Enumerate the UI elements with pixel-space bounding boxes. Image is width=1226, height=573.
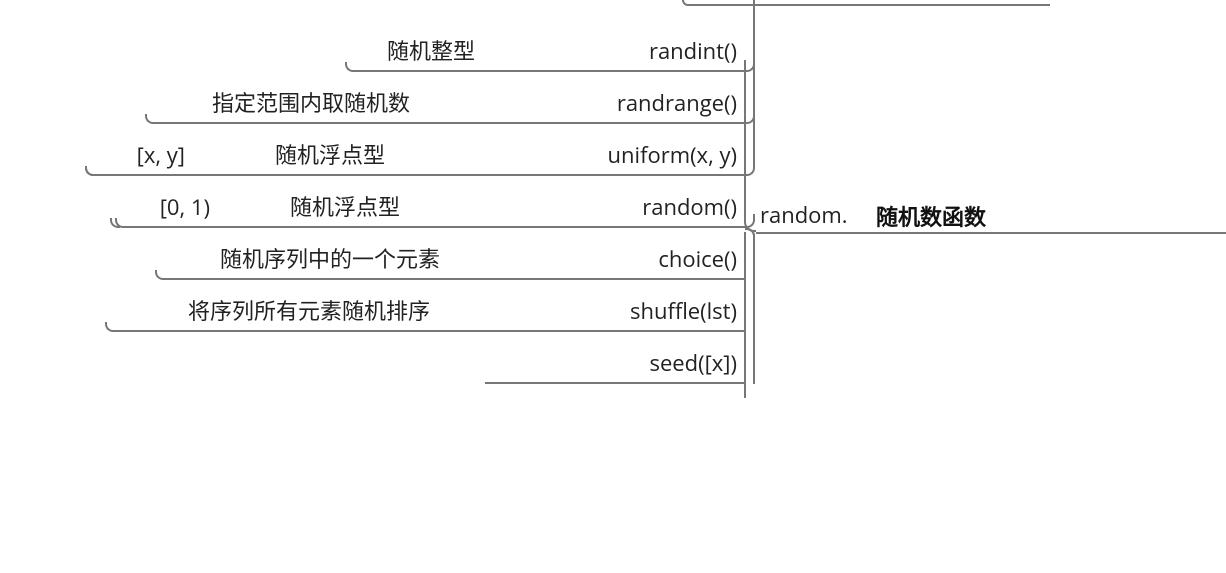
node-seed: seed([x]) <box>485 332 745 384</box>
desc-randrange: 指定范围内取随机数 <box>160 72 410 124</box>
func-label: random() <box>642 192 745 222</box>
range-uniform: [x, y] <box>95 124 185 176</box>
range-label: [x, y] <box>137 140 185 170</box>
desc-label: 随机序列中的一个元素 <box>220 242 440 274</box>
func-label: randrange() <box>617 88 745 118</box>
desc-label: 随机浮点型 <box>290 190 400 222</box>
mindmap-canvas: random. 随机数函数 randint() randrange() unif… <box>0 0 1226 573</box>
node-uniform: uniform(x, y) <box>485 124 745 176</box>
desc-label: 将序列所有元素随机排序 <box>188 294 430 326</box>
range-random: [0, 1) <box>120 176 210 228</box>
desc-random: 随机浮点型 <box>240 176 400 228</box>
desc-choice: 随机序列中的一个元素 <box>170 228 440 280</box>
func-label: uniform(x, y) <box>608 140 745 170</box>
root-underline <box>756 232 1226 234</box>
func-label: randint() <box>649 36 745 66</box>
node-random: random() <box>485 176 745 228</box>
func-label: choice() <box>658 244 745 274</box>
node-choice: choice() <box>485 228 745 280</box>
desc-uniform: 随机浮点型 <box>225 124 385 176</box>
node-randint: randint() <box>485 20 745 72</box>
function-list: randint() randrange() uniform(x, y) rand… <box>485 20 745 384</box>
root-title: 随机数函数 <box>876 200 986 236</box>
cropped-sibling-node <box>690 0 1050 6</box>
desc-randint: 随机整型 <box>355 20 475 72</box>
range-label: [0, 1) <box>160 192 210 222</box>
desc-label: 随机整型 <box>387 34 475 66</box>
desc-shuffle: 将序列所有元素随机排序 <box>120 280 430 332</box>
func-label: shuffle(lst) <box>630 296 745 326</box>
node-shuffle: shuffle(lst) <box>485 280 745 332</box>
node-randrange: randrange() <box>485 72 745 124</box>
desc-label: 随机浮点型 <box>275 138 385 170</box>
func-label: seed([x]) <box>649 348 745 378</box>
desc-label: 指定范围内取随机数 <box>212 86 410 118</box>
module-prefix-label: random. <box>760 200 848 234</box>
